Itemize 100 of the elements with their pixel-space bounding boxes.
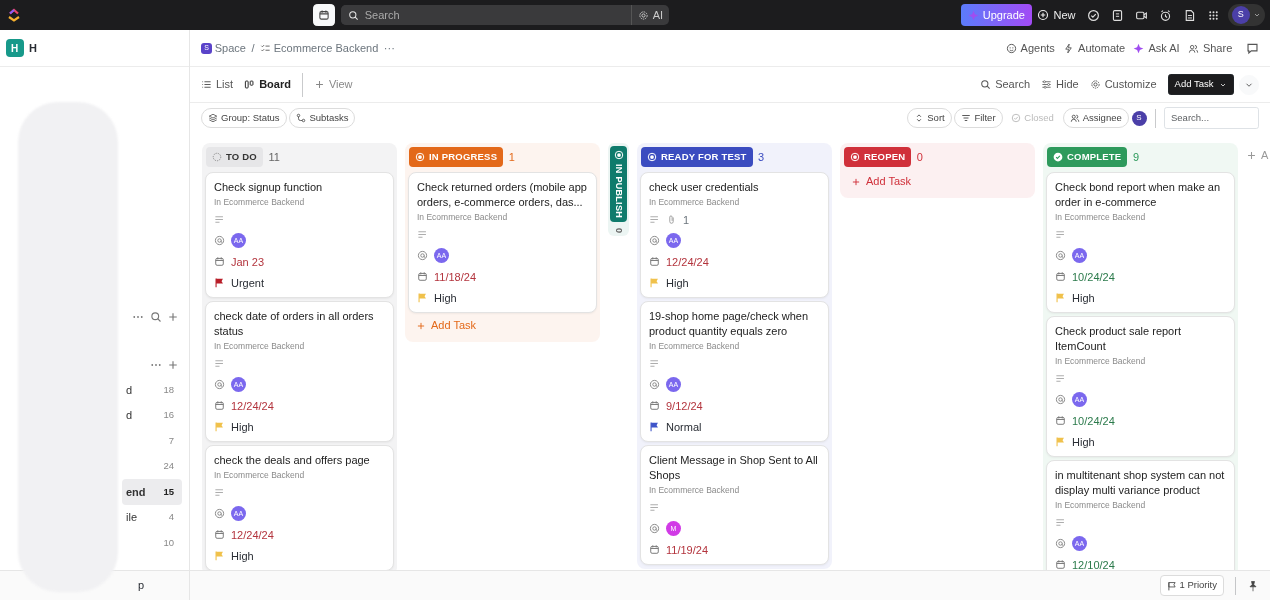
assignee-icon [214,235,225,247]
add-view-button[interactable]: View [313,76,353,93]
header-action[interactable]: Agents [1005,39,1055,57]
search-button[interactable]: Search [980,76,1030,93]
due-date: 10/24/24 [1072,413,1115,429]
status-badge: READY FOR TEST [641,147,753,168]
due-date: 11/19/24 [666,542,708,558]
filter-button[interactable]: Filter [954,107,1003,129]
plus-icon [313,79,325,90]
checkmark-icon[interactable] [1086,8,1100,22]
task-title: 19-shop home page/check when product quantity equals zero [649,309,809,340]
task-title: Check signup function [214,180,324,196]
attachment-count: 1 [683,212,690,228]
upgrade-button[interactable]: Upgrade [960,3,1032,27]
sidebar-item[interactable]: 7 [122,428,182,454]
search-icon [347,10,359,21]
caret-icon [1252,11,1261,19]
status-badge: IN PROGRESS [409,147,504,168]
task-location: In Ecommerce Backend [1055,499,1147,513]
priority-label: High [231,548,254,564]
paperclip-icon [666,214,677,226]
task-location: In Ecommerce Backend [214,469,306,483]
sidebar-item[interactable]: 24 [122,453,182,479]
sidebar-item[interactable]: 10 [122,530,182,556]
sidebar-item[interactable]: end 15 [122,479,182,505]
calendar-icon [318,9,331,21]
calendar-icon [417,271,428,283]
task-title: check date of orders in all orders status [214,309,375,340]
calendar-button[interactable] [313,4,336,26]
ai-button[interactable]: AI [630,5,670,25]
status-badge: TO DO [206,147,263,168]
group-by-button[interactable]: Group: Status [201,107,287,129]
workspace-name[interactable]: H [29,39,37,57]
header-action[interactable]: Ask AI [1133,39,1180,57]
due-date: 11/18/24 [434,269,476,285]
breadcrumb-link[interactable]: Space [214,39,246,57]
sort-button[interactable]: Sort [907,107,952,129]
hide-button[interactable]: Hide [1041,76,1079,93]
task-location: In Ecommerce Backend [417,211,509,225]
status-circle-icon [415,152,425,163]
priority-label: High [1072,290,1095,306]
plus-icon[interactable] [167,359,179,371]
task-location: In Ecommerce Backend [649,484,741,498]
grid-icon[interactable] [1206,8,1220,22]
pin-icon[interactable] [1247,579,1259,592]
priority-label: Normal [666,419,702,435]
header-action[interactable]: Automate [1063,39,1126,57]
subtask-icon [296,113,307,123]
more-button[interactable]: ··· [383,39,395,57]
description-icon [1055,517,1066,529]
task-title: in multitenant shop system can not display multi variance product [1055,468,1226,499]
header-action[interactable]: Share [1187,39,1233,57]
add-task-button[interactable]: Add Task [1167,74,1234,95]
status-badge: IN PUBLISH [610,146,627,222]
new-button[interactable]: New [1037,6,1076,24]
due-date: 12/24/24 [666,254,709,270]
assignee-icon [649,235,660,247]
task-count: 9 [1132,149,1139,165]
alarm-clock-icon[interactable] [1158,8,1172,22]
check-circle-icon [1011,113,1022,123]
profile-button[interactable]: S [1227,4,1265,26]
sidebar-item[interactable]: ile 4 [122,504,182,530]
clipboard-icon[interactable] [1110,8,1124,22]
subtasks-button[interactable]: Subtasks [289,107,356,129]
dashed-circle-icon [212,152,222,163]
user-avatar[interactable]: S [1131,110,1147,126]
task-location: In Ecommerce Backend [214,340,306,354]
priority-button[interactable]: 1 Priority [1159,575,1224,596]
view-tab[interactable]: List [201,76,234,93]
due-date: Jan 23 [231,254,265,270]
description-icon [214,214,225,226]
smiley-icon [1005,42,1017,54]
collapsed-column[interactable]: IN PUBLISH 0 [608,143,629,237]
flag-icon [1166,580,1177,591]
user-avatar: S [1231,6,1250,24]
search-icon [980,79,992,90]
add-task-button[interactable]: Add Task [843,169,920,194]
comment-icon[interactable] [1246,41,1259,55]
list-icon [201,79,212,90]
assignee-button[interactable]: Assignee [1062,107,1129,129]
task-count: 0 [916,149,923,165]
description-icon [417,229,428,241]
assignee-icon [649,523,660,535]
view-tab[interactable]: Board [244,76,291,93]
search-field[interactable]: Search... [1164,107,1259,129]
description-icon [649,358,660,370]
flower-icon [637,9,649,21]
sidebar-item[interactable]: d 16 [122,402,182,428]
task-count: 0 [613,228,626,234]
status-circle-icon [850,152,860,163]
breadcrumb-current[interactable]: Ecommerce Backend [273,39,379,57]
search-field[interactable]: Search [340,5,631,25]
calendar-icon [1055,415,1066,427]
calendar-icon [214,529,225,541]
customize-button[interactable]: Customize [1089,76,1157,93]
assignee-icon [1055,538,1066,550]
sidebar-item[interactable]: d 18 [122,377,182,403]
search-icon[interactable] [149,311,162,323]
plus-icon[interactable] [167,311,179,323]
priority-label: High [434,290,457,306]
